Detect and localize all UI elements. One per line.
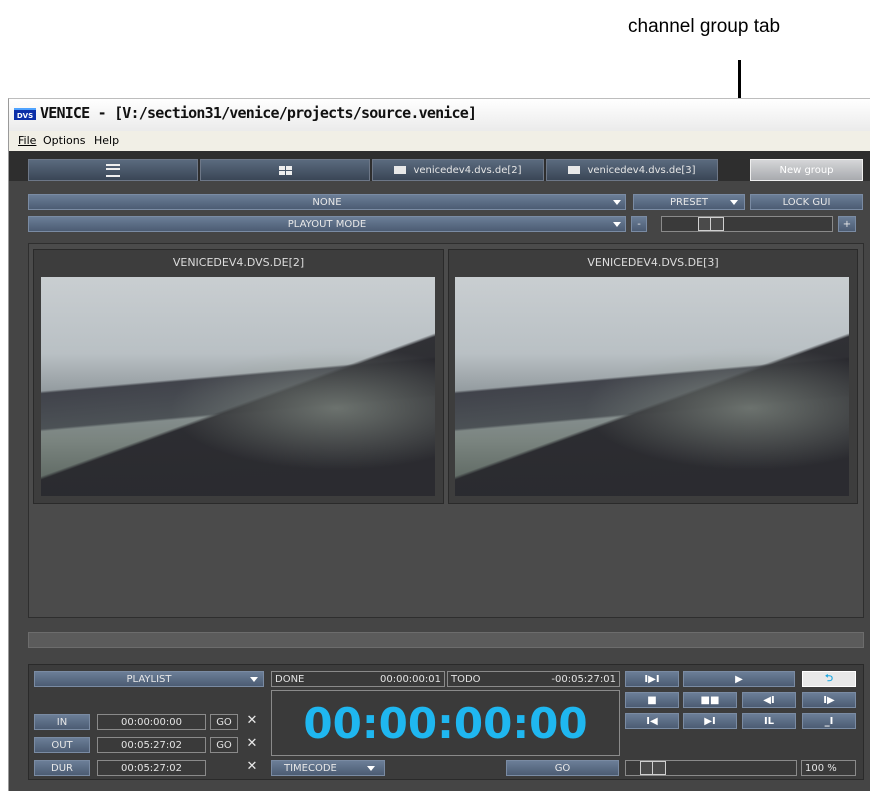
clear-dur-icon[interactable]: ✕: [243, 759, 261, 774]
loop-button[interactable]: ⮌: [802, 671, 856, 687]
tab-list-view[interactable]: [28, 159, 198, 181]
monitor-icon: [568, 166, 581, 174]
go-to-start-button[interactable]: I▶I: [625, 671, 679, 687]
out-go-label: GO: [216, 739, 232, 751]
group-select[interactable]: NONE: [28, 194, 626, 210]
out-label: OUT: [51, 739, 73, 751]
chevron-down-icon: [613, 222, 621, 227]
menu-bar: [9, 131, 870, 151]
zoom-slider-handle[interactable]: [698, 217, 724, 231]
tab-new-group-label: New group: [779, 164, 834, 176]
preset-select-value: PRESET: [669, 196, 709, 208]
zoom-percent-field[interactable]: 100 %: [801, 760, 856, 776]
zoom-minus-button[interactable]: -: [631, 216, 647, 232]
timecode-select-value: TIMECODE: [284, 762, 337, 774]
todo-field: TODO -00:05:27:01: [447, 671, 620, 687]
clear-out-icon[interactable]: ✕: [243, 736, 261, 751]
go-button[interactable]: GO: [506, 760, 619, 776]
mark-in-icon: IL: [763, 715, 775, 727]
in-label: IN: [56, 716, 68, 728]
play-button[interactable]: ▶: [683, 671, 795, 687]
done-value: 00:00:00:01: [379, 673, 441, 685]
viewer-title-1: VENICEDEV4.DVS.DE[2]: [172, 256, 305, 269]
tab-channel-3-label: venicedev4.dvs.de[3]: [587, 164, 696, 176]
tab-channel-2[interactable]: venicedev4.dvs.de[2]: [372, 159, 544, 181]
out-timecode-field[interactable]: 00:05:27:02: [97, 737, 206, 753]
step-back-icon: ◀I: [763, 694, 775, 706]
in-go-button[interactable]: GO: [210, 714, 238, 730]
menu-options[interactable]: Options: [43, 134, 85, 147]
in-go-label: GO: [216, 716, 232, 728]
go-to-start-icon: I▶I: [644, 673, 660, 685]
step-forward-button[interactable]: I▶: [802, 692, 856, 708]
app-logo-icon: DVS: [14, 108, 36, 120]
clear-in-icon[interactable]: ✕: [243, 713, 261, 728]
video-frame-2: [455, 277, 849, 496]
done-field: DONE 00:00:00:01: [271, 671, 445, 687]
dur-timecode-field[interactable]: 00:05:27:02: [97, 760, 206, 776]
tab-grid-view[interactable]: [200, 159, 370, 181]
zoom-percent-value: 100 %: [805, 762, 837, 774]
mark-in-button[interactable]: IL: [742, 713, 796, 729]
tab-channel-2-label: venicedev4.dvs.de[2]: [413, 164, 522, 176]
out-go-button[interactable]: GO: [210, 737, 238, 753]
zoom-plus-button[interactable]: +: [838, 216, 856, 232]
dur-value: 00:05:27:02: [120, 762, 182, 774]
timeline-scroll-strip[interactable]: [28, 632, 864, 648]
menu-help[interactable]: Help: [94, 134, 119, 147]
lock-gui-button[interactable]: LOCK GUI: [750, 194, 863, 210]
timecode-display: 00:00:00:00: [271, 690, 620, 756]
stop-button[interactable]: ■: [625, 692, 679, 708]
zoom-minus-label: -: [637, 218, 641, 230]
group-select-value: NONE: [312, 196, 342, 208]
mode-select[interactable]: PLAYOUT MODE: [28, 216, 626, 232]
annotation-label: channel group tab: [628, 16, 781, 37]
step-back-button[interactable]: ◀I: [742, 692, 796, 708]
step-forward-icon: I▶: [823, 694, 835, 706]
go-label: GO: [554, 762, 571, 774]
pause-button[interactable]: ■■: [683, 692, 737, 708]
shuttle-slider-handle[interactable]: [640, 761, 666, 775]
grid-view-icon: [278, 165, 292, 175]
list-view-icon: [106, 163, 120, 177]
menu-file[interactable]: File: [18, 134, 36, 147]
done-label: DONE: [275, 673, 305, 685]
tab-new-group[interactable]: New group: [750, 159, 863, 181]
previous-icon: I◀: [646, 715, 658, 727]
in-timecode-field[interactable]: 00:00:00:00: [97, 714, 206, 730]
dur-label: DUR: [51, 762, 73, 774]
play-icon: ▶: [735, 673, 743, 685]
viewer-title-2: VENICEDEV4.DVS.DE[3]: [587, 256, 719, 269]
in-button[interactable]: IN: [34, 714, 90, 730]
mark-out-icon: _I: [824, 715, 834, 727]
zoom-slider[interactable]: [661, 216, 833, 232]
preset-select[interactable]: PRESET: [633, 194, 745, 210]
dur-button[interactable]: DUR: [34, 760, 90, 776]
mode-select-value: PLAYOUT MODE: [287, 218, 367, 230]
tab-channel-3[interactable]: venicedev4.dvs.de[3]: [546, 159, 718, 181]
window-title: VENICE - [V:/section31/venice/projects/s…: [40, 104, 477, 122]
playlist-select[interactable]: PLAYLIST: [34, 671, 264, 687]
mark-out-button[interactable]: _I: [802, 713, 856, 729]
pause-icon: ■■: [700, 694, 720, 706]
out-button[interactable]: OUT: [34, 737, 90, 753]
chevron-down-icon: [367, 766, 375, 771]
chevron-down-icon: [613, 200, 621, 205]
chevron-down-icon: [730, 200, 738, 205]
next-button[interactable]: ▶I: [683, 713, 737, 729]
todo-label: TODO: [451, 673, 481, 685]
chevron-down-icon: [250, 677, 258, 682]
out-value: 00:05:27:02: [120, 739, 182, 751]
monitor-icon: [394, 166, 407, 174]
video-frame-1: [41, 277, 435, 496]
lock-gui-label: LOCK GUI: [782, 196, 831, 208]
loop-icon: ⮌: [824, 672, 833, 684]
next-icon: ▶I: [704, 715, 716, 727]
zoom-plus-label: +: [842, 218, 852, 230]
previous-button[interactable]: I◀: [625, 713, 679, 729]
in-value: 00:00:00:00: [120, 716, 182, 728]
playlist-select-value: PLAYLIST: [126, 673, 172, 685]
stop-icon: ■: [647, 694, 657, 706]
todo-value: -00:05:27:01: [551, 673, 616, 685]
